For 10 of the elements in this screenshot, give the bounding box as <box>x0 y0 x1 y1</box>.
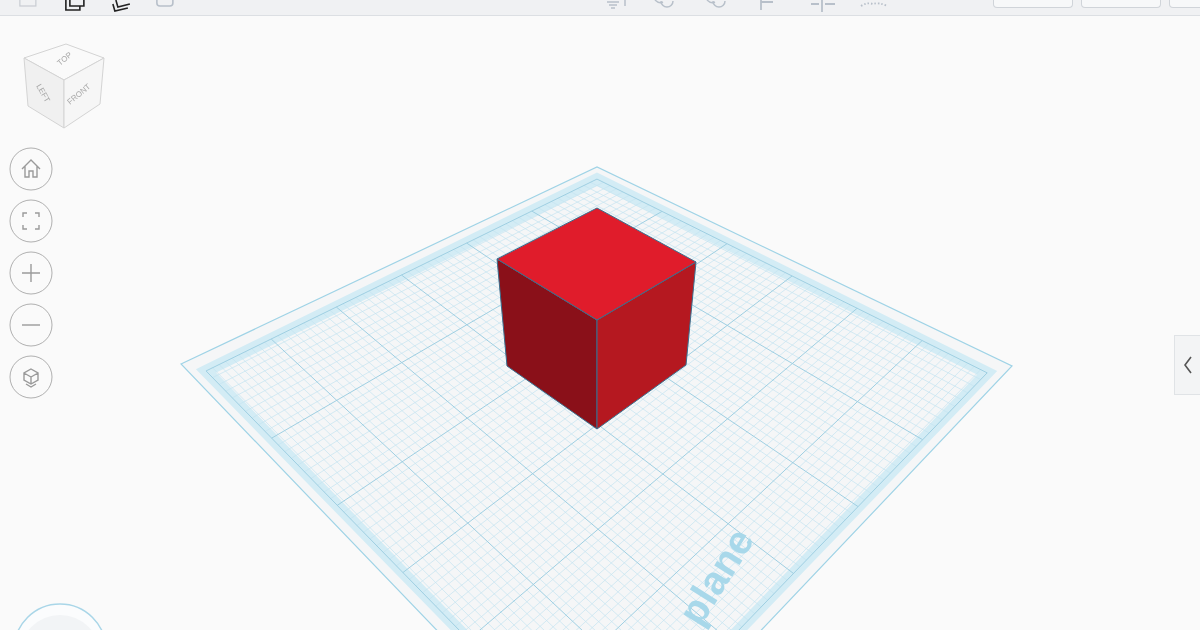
home-button[interactable] <box>9 147 53 191</box>
zoom-out-button[interactable] <box>9 303 53 347</box>
cube[interactable] <box>496 207 697 430</box>
fit-view-button[interactable] <box>9 199 53 243</box>
toolbar-button[interactable] <box>993 0 1073 8</box>
chevron-left-icon <box>1182 355 1193 375</box>
ortho-view-button[interactable] <box>9 355 53 399</box>
panel-toggle-button[interactable] <box>1174 335 1200 395</box>
toolbar-button[interactable] <box>1081 0 1161 8</box>
zoom-in-button[interactable] <box>9 251 53 295</box>
